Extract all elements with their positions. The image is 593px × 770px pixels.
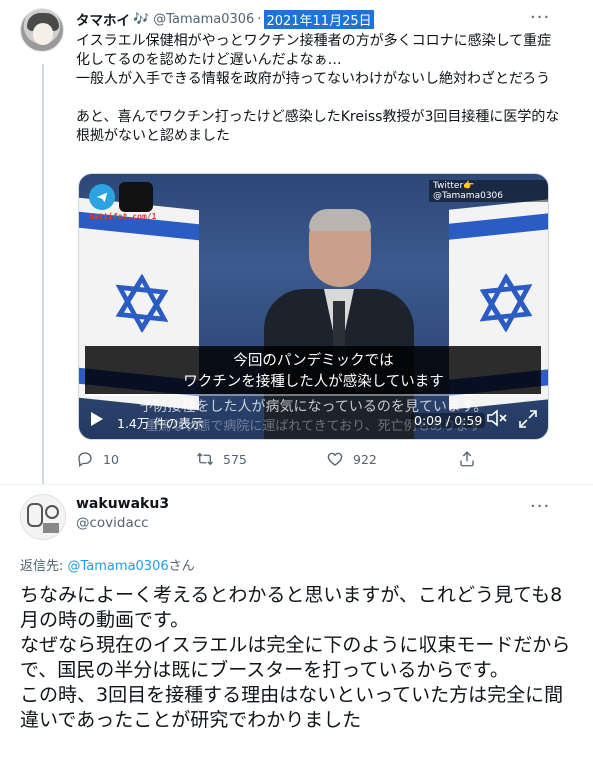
- reply-count: 10: [103, 451, 119, 467]
- thread-connector-line: [42, 64, 44, 484]
- video-progress-bar[interactable]: [85, 394, 541, 396]
- tweet-paragraph: ちなみによーく考えるとわかると思いますが、これどう見ても8月の時の動画です。: [20, 584, 563, 631]
- fullscreen-icon[interactable]: [519, 410, 537, 428]
- retweet-icon: [197, 452, 213, 466]
- tweet-text: ちなみによーく考えるとわかると思いますが、これどう見ても8月の時の動画です。 な…: [20, 583, 580, 733]
- subtitle-line: 今回のパンデミックでは: [233, 353, 394, 369]
- tweet-header: タマホイ 🎶 @Tamama0306 · 2021年11月25日: [76, 9, 374, 29]
- separator-dot: ·: [257, 11, 262, 27]
- user-handle[interactable]: @Tamama0306: [153, 12, 254, 27]
- tweet-paragraph: イスラエル保健相がやっとワクチン接種者の方が多くコロナに感染して重症化してるのを…: [76, 33, 552, 68]
- avatar-face: [33, 23, 53, 45]
- retweet-count: 575: [223, 451, 247, 467]
- user-handle[interactable]: @covidacc: [76, 515, 149, 531]
- volume-icon[interactable]: [487, 409, 507, 427]
- video-watermark: Twitter👉@Tamama0306: [429, 180, 548, 202]
- avatar[interactable]: [20, 8, 64, 52]
- tweet-actions: 10 575 922: [76, 450, 506, 474]
- logo-text: hattifot.com/1: [89, 212, 157, 221]
- retweet-button[interactable]: 575: [196, 450, 247, 468]
- heart-icon: [327, 452, 343, 466]
- music-note-icon: 🎶: [133, 11, 150, 27]
- telegram-icon: [89, 184, 115, 210]
- video-time: 0:09 / 0:59: [411, 413, 486, 428]
- video-progress-fill: [85, 394, 154, 396]
- tweet-date[interactable]: 2021年11月25日: [264, 9, 374, 29]
- share-icon: [460, 451, 474, 467]
- video-player[interactable]: hattifot.com/1 Twitter👉@Tamama0306 今回のパン…: [78, 173, 549, 440]
- share-button[interactable]: [458, 450, 485, 468]
- subtitle-line: ワクチンを接種した人が感染しています: [183, 374, 444, 390]
- avatar[interactable]: [20, 494, 66, 540]
- reply-icon: [78, 452, 92, 468]
- reply-button[interactable]: 10: [76, 450, 119, 468]
- display-name[interactable]: wakuwaku3: [76, 496, 169, 512]
- replying-prefix: 返信先:: [20, 559, 68, 574]
- tweet-paragraph: この時、3回目を接種する理由はないといっていた方は完全に間違いであったことが研究…: [20, 684, 564, 731]
- display-name[interactable]: タマホイ: [76, 9, 130, 29]
- more-options-icon[interactable]: ···: [530, 496, 550, 517]
- tweet-text: イスラエル保健相がやっとワクチン接種者の方が多くコロナに感染して重症化してるのを…: [76, 32, 562, 146]
- like-count: 922: [353, 451, 377, 467]
- view-count: 1.4万 件の表示: [117, 416, 204, 431]
- tweet-divider: [0, 484, 593, 485]
- play-icon[interactable]: [91, 412, 103, 426]
- tweet-paragraph: なぜなら現在のイスラエルは完全に下のように収束モードだからで、国民の半分は既にブ…: [20, 634, 571, 681]
- like-button[interactable]: 922: [326, 450, 377, 468]
- replying-to: 返信先: @Tamama0306さん: [20, 555, 195, 574]
- replying-suffix: さん: [168, 559, 195, 574]
- mention-link[interactable]: @Tamama0306: [68, 559, 169, 574]
- more-options-icon[interactable]: ···: [530, 7, 550, 28]
- tweet-paragraph: あと、喜んでワクチン打ったけど感染したKreiss教授が3回目接種に医学的な根拠…: [76, 109, 560, 144]
- mask-logo-icon: [119, 182, 153, 212]
- tweet-paragraph: 一般人が入手できる情報を政府が持ってないわけがないし絶対わざとだろう: [76, 71, 551, 87]
